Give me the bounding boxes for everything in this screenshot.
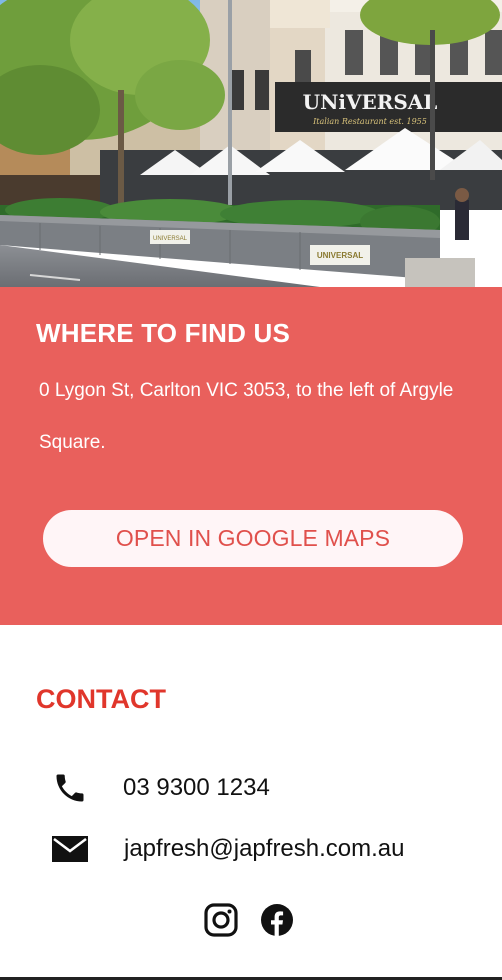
facebook-icon[interactable] — [259, 902, 295, 938]
phone-row[interactable]: 03 9300 1234 — [50, 768, 270, 808]
page: UNiVERSAL Italian Restaurant est. 1955 U… — [0, 0, 502, 980]
contact-section: CONTACT 03 9300 1234 japfresh@japfresh.c… — [0, 625, 502, 980]
mail-icon — [50, 829, 90, 869]
svg-text:UNIVERSAL: UNIVERSAL — [153, 236, 188, 242]
email-address[interactable]: japfresh@japfresh.com.au — [124, 835, 405, 863]
svg-text:UNIVERSAL: UNIVERSAL — [317, 251, 363, 260]
email-row[interactable]: japfresh@japfresh.com.au — [50, 829, 405, 869]
instagram-icon[interactable] — [203, 902, 239, 938]
svg-text:Italian Restaurant est. 1955: Italian Restaurant est. 1955 — [312, 117, 427, 126]
address-text: 0 Lygon St, Carlton VIC 3053, to the lef… — [39, 380, 454, 453]
phone-number[interactable]: 03 9300 1234 — [123, 774, 270, 802]
phone-icon — [50, 768, 90, 808]
find-us-section: WHERE TO FIND US 0 Lygon St, Carlton VIC… — [0, 287, 502, 625]
find-us-title: WHERE TO FIND US — [36, 318, 291, 348]
contact-title: CONTACT — [36, 684, 166, 714]
open-google-maps-button[interactable]: OPEN IN GOOGLE MAPS — [43, 510, 463, 567]
hero-image: UNiVERSAL Italian Restaurant est. 1955 U… — [0, 0, 502, 287]
svg-text:UNiVERSAL: UNiVERSAL — [303, 90, 438, 114]
social-links — [203, 902, 295, 938]
